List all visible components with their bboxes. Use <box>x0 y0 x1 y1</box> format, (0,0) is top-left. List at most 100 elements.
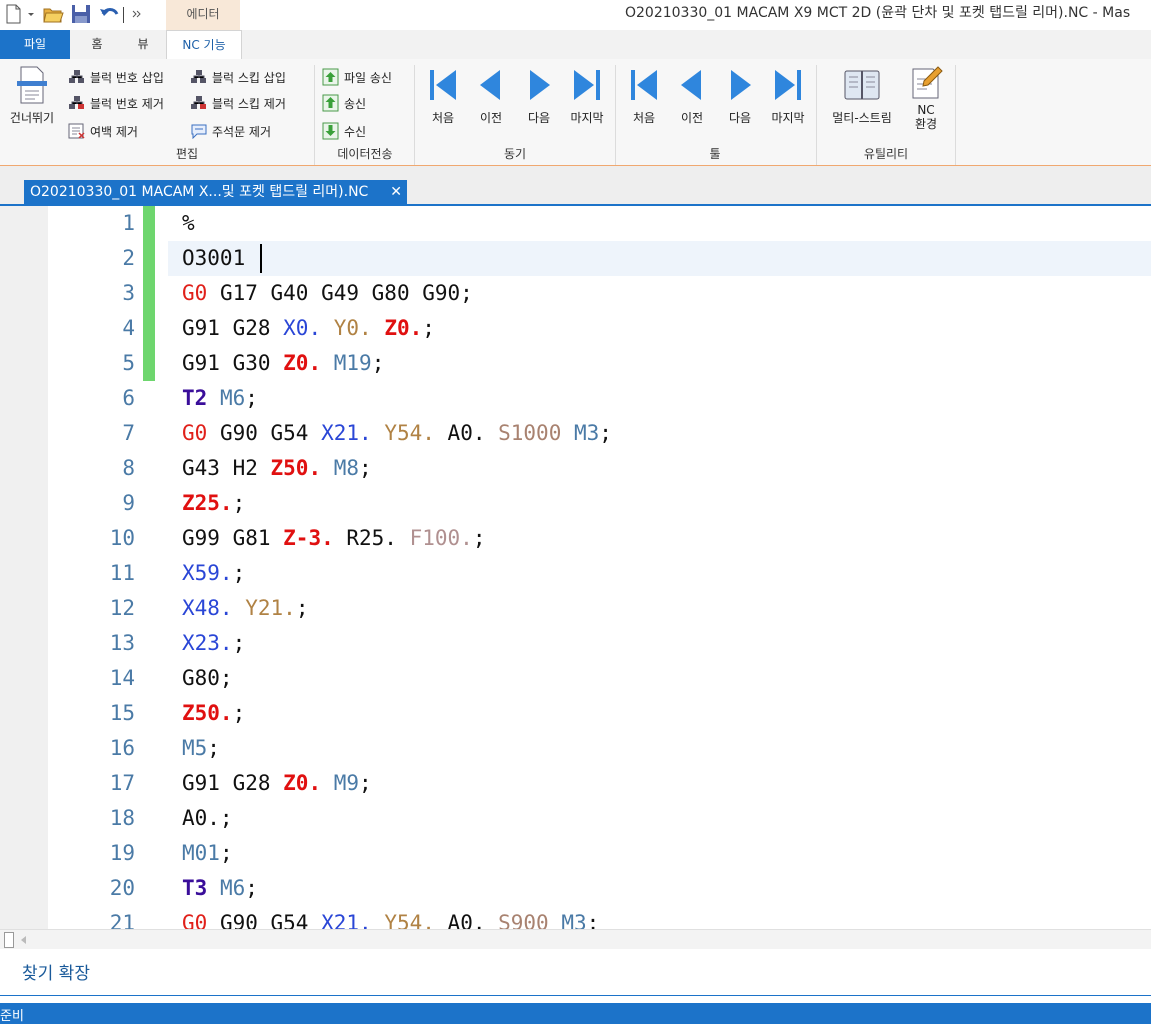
sync-prev-button[interactable]: 이전 <box>467 67 515 126</box>
tab-nc-function[interactable]: NC 기능 <box>166 30 242 61</box>
line-number: 7 <box>122 421 135 445</box>
tool-last-button[interactable]: 마지막 <box>764 67 812 126</box>
tool-first-button[interactable]: 처음 <box>620 67 668 126</box>
send-icon <box>322 94 339 112</box>
code-line: G43 H2 Z50. M8; <box>182 451 372 486</box>
receive-button[interactable]: 수신 <box>322 120 366 142</box>
settings-document-icon <box>912 66 943 99</box>
save-icon[interactable] <box>70 3 92 25</box>
find-expand-link[interactable]: 찾기 확장 <box>22 959 90 984</box>
send-file-icon <box>322 68 339 86</box>
line-number: 4 <box>122 316 135 340</box>
code-token: Z0. <box>283 351 322 375</box>
remove-comments-button[interactable]: 주석문 제거 <box>190 120 271 142</box>
code-token: Y0. <box>333 316 372 340</box>
tool-prev-button[interactable]: 이전 <box>668 67 716 126</box>
document-icon <box>17 66 47 104</box>
sync-last-button[interactable]: 마지막 <box>563 67 611 126</box>
code-token: G91 G30 <box>182 351 284 375</box>
code-token: Z25. <box>182 491 233 515</box>
document-tab[interactable]: O20210330_01 MACAM X...및 포켓 탭드릴 리머).NC ✕ <box>24 180 407 204</box>
multi-stream-label: 멀티-스트림 <box>832 111 892 125</box>
status-bar: 준비 <box>0 1003 1151 1024</box>
multi-stream-button[interactable]: 멀티-스트림 <box>822 67 902 126</box>
tool-first-label: 처음 <box>632 111 656 125</box>
change-indicator-bar <box>143 206 155 381</box>
insert-block-number-label: 블럭 번호 삽입 <box>90 70 164 85</box>
remove-block-number-label: 블럭 번호 제거 <box>90 96 164 111</box>
remove-comments-label: 주석문 제거 <box>212 124 272 139</box>
insert-block-skip-label: 블럭 스킵 삽입 <box>212 70 286 85</box>
sync-next-button[interactable]: 다음 <box>515 67 563 126</box>
code-token: Z0. <box>384 316 423 340</box>
tool-next-button[interactable]: 다음 <box>716 67 764 126</box>
line-number: 17 <box>109 771 135 795</box>
tab-home[interactable]: 홈 <box>80 30 114 59</box>
code-token: M6 <box>219 876 246 900</box>
remove-comments-icon <box>191 124 207 139</box>
scrollbar-thumb[interactable] <box>4 932 14 948</box>
code-token: ; <box>245 876 258 900</box>
remove-whitespace-button[interactable]: 여백 제거 <box>68 120 138 142</box>
skip-button[interactable]: 건너뛰기 <box>2 65 62 126</box>
line-number: 14 <box>109 666 135 690</box>
customize-toolbar-icon[interactable] <box>130 3 144 25</box>
line-number: 11 <box>109 561 135 585</box>
scroll-left-icon[interactable] <box>16 933 32 947</box>
receive-icon <box>322 122 339 140</box>
code-line: M5; <box>182 731 220 766</box>
line-number: 18 <box>109 806 135 830</box>
insert-block-number-button[interactable]: 블럭 번호 삽입 <box>68 66 164 88</box>
line-number: 5 <box>122 351 135 375</box>
line-number: 21 <box>109 911 135 930</box>
code-token: ; <box>472 526 486 550</box>
code-token: Y21. <box>245 596 296 620</box>
code-token: ; <box>359 771 372 795</box>
code-token: G43 H2 <box>182 456 271 480</box>
send-file-button[interactable]: 파일 송신 <box>322 66 392 88</box>
code-token: M01 <box>182 841 220 865</box>
sync-last-label: 마지막 <box>570 111 604 125</box>
tab-view[interactable]: 뷰 <box>126 30 160 59</box>
code-token: Y54. <box>384 421 435 445</box>
code-token: G0 <box>182 911 208 930</box>
code-token: M6 <box>219 386 246 410</box>
window-title: O20210330_01 MACAM X9 MCT 2D (윤곽 단차 및 포켓… <box>625 5 1131 21</box>
code-token: ; <box>245 386 258 410</box>
line-number: 20 <box>109 876 135 900</box>
remove-block-skip-label: 블럭 스킵 제거 <box>212 96 286 111</box>
dropdown-arrow-icon[interactable] <box>26 3 36 25</box>
code-token: S900 <box>498 911 549 930</box>
code-line: T2 M6; <box>182 381 258 416</box>
code-token: G91 G28 <box>182 316 284 340</box>
code-token: ; <box>295 596 309 620</box>
undo-icon[interactable] <box>98 3 120 25</box>
insert-block-skip-button[interactable]: 블럭 스킵 삽입 <box>190 66 286 88</box>
line-number: 3 <box>122 281 135 305</box>
code-token: M19 <box>333 351 372 375</box>
tab-file[interactable]: 파일 <box>0 30 70 59</box>
code-line: T3 M6; <box>182 871 258 906</box>
code-token: T3 <box>182 876 208 900</box>
remove-block-skip-button[interactable]: 블럭 스킵 제거 <box>190 92 286 114</box>
tool-prev-label: 이전 <box>680 111 704 125</box>
horizontal-scrollbar[interactable] <box>0 929 1151 949</box>
send-button[interactable]: 송신 <box>322 92 366 114</box>
group-label-tool: 툴 <box>709 147 721 161</box>
open-folder-icon[interactable] <box>42 3 64 25</box>
code-token: ; <box>371 351 385 375</box>
close-icon[interactable]: ✕ <box>390 180 402 204</box>
remove-block-number-button[interactable]: 블럭 번호 제거 <box>68 92 164 114</box>
line-number: 12 <box>109 596 135 620</box>
new-file-icon[interactable] <box>4 3 22 25</box>
book-icon <box>844 70 880 100</box>
sync-prev-label: 이전 <box>479 111 503 125</box>
nc-settings-button[interactable]: NC 환경 <box>904 65 948 131</box>
code-editor[interactable]: 1% 2 O3001 3 G0 G17 G40 G49 G80 G90; 4 G91 G28… <box>0 206 1151 930</box>
sync-first-button[interactable]: 처음 <box>419 67 467 126</box>
group-label-sync: 동기 <box>503 147 527 161</box>
sync-next-label: 다음 <box>527 111 551 125</box>
